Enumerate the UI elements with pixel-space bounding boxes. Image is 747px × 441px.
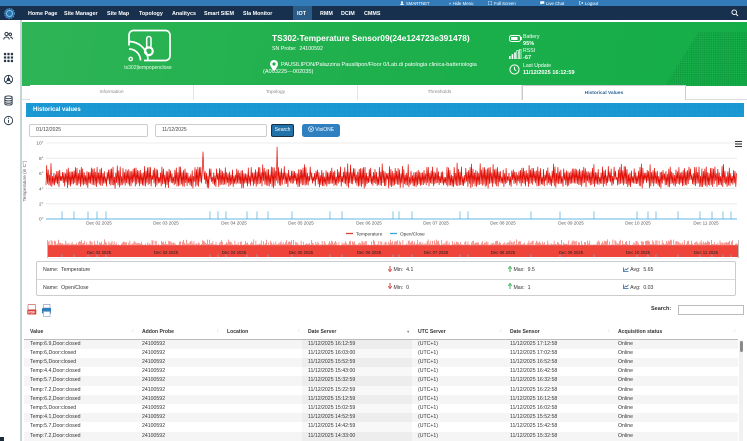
svg-text:Dec 04 2025: Dec 04 2025 (222, 250, 247, 255)
svg-text:Dec 05 2025: Dec 05 2025 (288, 221, 314, 226)
svg-text:Temperature: Temperature (356, 231, 383, 236)
svg-text:Dec 06 2025: Dec 06 2025 (356, 221, 382, 226)
svg-text:Open/Close: Open/Close (400, 231, 425, 236)
svg-text:Dec 11 2025: Dec 11 2025 (694, 250, 719, 255)
svg-text:Dec 07 2025: Dec 07 2025 (424, 250, 449, 255)
svg-text:Temperature (in C°): Temperature (in C°) (22, 160, 27, 201)
svg-text:Dec 10 2025: Dec 10 2025 (626, 250, 651, 255)
svg-text:6°: 6° (39, 171, 44, 176)
svg-text:PDF: PDF (28, 311, 35, 315)
svg-text:Dec 08 2025: Dec 08 2025 (490, 221, 516, 226)
svg-text:Dec 08 2025: Dec 08 2025 (491, 250, 516, 255)
svg-text:8°: 8° (39, 156, 44, 161)
svg-text:Dec 05 2025: Dec 05 2025 (289, 250, 314, 255)
svg-text:Dec 04 2025: Dec 04 2025 (221, 221, 247, 226)
svg-text:Dec 03 2025: Dec 03 2025 (154, 250, 179, 255)
svg-text:Dec 03 2025: Dec 03 2025 (153, 221, 179, 226)
svg-text:Dec 09 2025: Dec 09 2025 (559, 250, 584, 255)
svg-text:Dec 06 2025: Dec 06 2025 (357, 250, 382, 255)
svg-text:10°: 10° (36, 141, 43, 146)
svg-text:4°: 4° (39, 186, 44, 191)
svg-text:Dec 02 2025: Dec 02 2025 (86, 221, 112, 226)
svg-text:Dec 02 2025: Dec 02 2025 (87, 250, 112, 255)
svg-text:Dec 11 2025: Dec 11 2025 (693, 221, 719, 226)
svg-text:Dec 07 2025: Dec 07 2025 (423, 221, 449, 226)
svg-text:0°: 0° (39, 217, 44, 222)
svg-text:2°: 2° (39, 202, 44, 207)
svg-text:Dec 09 2025: Dec 09 2025 (558, 221, 584, 226)
svg-text:Dec 10 2025: Dec 10 2025 (625, 221, 651, 226)
